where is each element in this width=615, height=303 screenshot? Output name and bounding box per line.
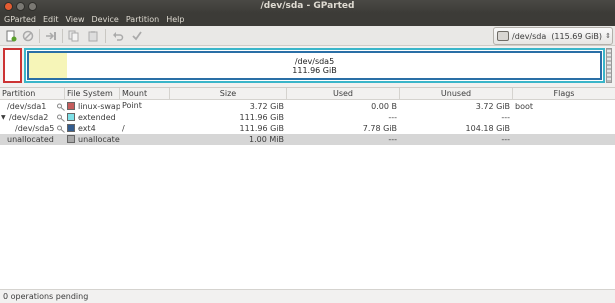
filesystem-color-swatch: [67, 124, 75, 132]
column-header-file-system[interactable]: File System: [65, 88, 120, 100]
undo-icon: [113, 32, 124, 41]
partition-unused: 104.18 GiB: [465, 124, 510, 133]
key-icon: [57, 125, 65, 133]
expander-arrow-icon[interactable]: ▼: [1, 112, 6, 123]
copy-button[interactable]: [67, 29, 81, 43]
harddisk-icon: [497, 31, 509, 41]
status-bar: 0 operations pending: [0, 289, 615, 303]
partition-unused: ---: [501, 113, 510, 122]
partition-used: 0.00 B: [371, 102, 397, 111]
menu-view[interactable]: View: [66, 15, 85, 24]
partition-used: ---: [388, 135, 397, 144]
title-bar: /dev/sda - GParted: [0, 0, 615, 13]
partition-used: ---: [388, 113, 397, 122]
partition-name: /dev/sda5: [15, 124, 55, 133]
table-row[interactable]: /dev/sda1 linux-swap 3.72 GiB 0.00 B 3.7…: [0, 101, 615, 112]
disk-map-partition-sda1[interactable]: [3, 48, 22, 83]
filesystem-name: ext4: [78, 124, 96, 133]
menu-bar: GParted Edit View Device Partition Help: [0, 13, 615, 26]
table-row[interactable]: ▼ /dev/sda2 extended 111.96 GiB --- ---: [0, 112, 615, 123]
device-name: /dev/sda: [512, 31, 547, 41]
partition-unused: 3.72 GiB: [475, 102, 510, 111]
column-header-partition[interactable]: Partition: [0, 88, 65, 100]
delete-partition-button[interactable]: [21, 29, 35, 43]
partition-size: 1.00 MiB: [249, 135, 284, 144]
device-selector[interactable]: /dev/sda (115.69 GiB) ⇕: [493, 27, 613, 45]
disk-map-partition-sda5[interactable]: /dev/sda5 111.96 GiB: [27, 51, 602, 80]
column-header-unused[interactable]: Unused: [400, 88, 513, 100]
key-icon: [57, 114, 65, 122]
partition-unused: ---: [501, 135, 510, 144]
mount-point: /: [122, 124, 125, 133]
table-row[interactable]: unallocated unallocated 1.00 MiB --- ---: [0, 134, 615, 145]
filesystem-color-swatch: [67, 135, 75, 143]
mount-point: [122, 112, 168, 123]
undo-button[interactable]: [111, 29, 125, 43]
disk-map-partition-size: 111.96 GiB: [292, 66, 337, 75]
menu-gparted[interactable]: GParted: [4, 15, 36, 24]
updown-arrow-icon: ⇕: [605, 32, 611, 40]
column-header-size[interactable]: Size: [170, 88, 287, 100]
menu-edit[interactable]: Edit: [43, 15, 59, 24]
column-header-mount-point[interactable]: Mount Point: [120, 88, 170, 110]
partition-name: /dev/sda1: [7, 102, 47, 111]
table-header: Partition File System Mount Point Size U…: [0, 88, 615, 110]
new-partition-button[interactable]: [4, 29, 18, 43]
key-icon: [57, 103, 65, 111]
mount-point: [122, 134, 168, 145]
table-row[interactable]: /dev/sda5 ext4 / 111.96 GiB 7.78 GiB 104…: [0, 123, 615, 134]
partition-name: /dev/sda2: [9, 113, 49, 122]
filesystem-color-swatch: [67, 102, 75, 110]
partition-flags: [515, 112, 613, 123]
partition-flags: [515, 123, 613, 134]
partition-used: 7.78 GiB: [362, 124, 397, 133]
filesystem-name: linux-swap: [78, 102, 120, 111]
status-text: 0 operations pending: [3, 292, 89, 301]
menu-device[interactable]: Device: [91, 15, 118, 24]
apply-icon: [132, 31, 142, 41]
partition-table: Partition File System Mount Point Size U…: [0, 87, 615, 289]
menu-help[interactable]: Help: [166, 15, 184, 24]
column-header-used[interactable]: Used: [287, 88, 400, 100]
copy-icon: [68, 30, 79, 42]
disk-map: /dev/sda5 111.96 GiB: [0, 46, 615, 86]
partition-size: 111.96 GiB: [239, 113, 284, 122]
partition-size: 3.72 GiB: [249, 102, 284, 111]
resize-move-icon: [46, 32, 56, 40]
apply-button[interactable]: [130, 29, 144, 43]
filesystem-name: extended: [78, 113, 116, 122]
filesystem-name: unallocated: [78, 135, 120, 144]
mount-point: [122, 101, 168, 112]
filesystem-color-swatch: [67, 113, 75, 121]
disk-map-partition-label: /dev/sda5: [294, 57, 335, 66]
partition-size: 111.96 GiB: [239, 124, 284, 133]
partition-flags: boot: [515, 102, 534, 111]
column-header-flags[interactable]: Flags: [513, 88, 615, 100]
disk-map-unallocated[interactable]: [606, 48, 612, 83]
new-icon: [6, 30, 17, 42]
partition-flags: [515, 134, 613, 145]
paste-button[interactable]: [86, 29, 100, 43]
delete-icon: [22, 30, 34, 42]
window-title: /dev/sda - GParted: [260, 1, 355, 11]
partition-name: unallocated: [7, 135, 54, 144]
resize-move-button[interactable]: [44, 29, 58, 43]
menu-partition[interactable]: Partition: [126, 15, 159, 24]
paste-icon: [88, 31, 98, 42]
device-size: (115.69 GiB): [551, 31, 602, 41]
